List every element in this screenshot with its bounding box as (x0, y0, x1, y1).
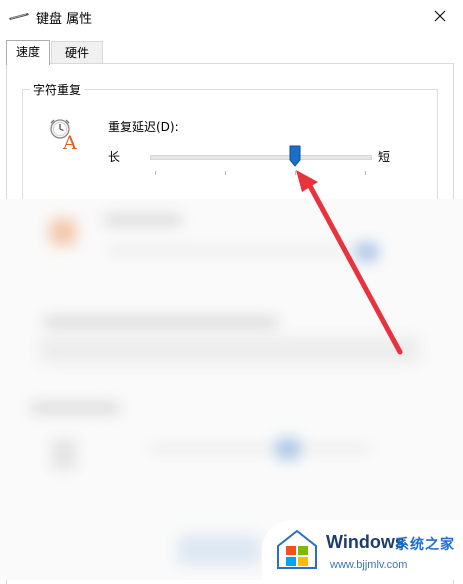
slider-tick (155, 171, 156, 175)
slider-max-label: 短 (378, 150, 391, 164)
watermark-brand: Windows (326, 532, 405, 552)
close-icon (434, 10, 446, 22)
tab-hardware[interactable]: 硬件 (51, 41, 103, 64)
windows-logo-icon (277, 529, 317, 569)
slider-min-label: 长 (108, 150, 121, 164)
title-bar: 键盘 属性 (0, 0, 463, 32)
slider-tick (295, 171, 296, 175)
slider-tick (365, 171, 366, 175)
repeat-delay-icon: A (50, 119, 77, 150)
watermark-url: www.bjjmlv.com (330, 559, 408, 571)
repeat-delay-slider-thumb[interactable] (289, 145, 301, 167)
svg-text:A: A (62, 132, 77, 150)
char-repeat-group (22, 89, 438, 200)
char-repeat-group-title: 字符重复 (30, 81, 85, 98)
repeat-delay-label: 重复延迟(D): (108, 120, 179, 134)
keyboard-icon (9, 13, 29, 20)
window-title: 键盘 属性 (36, 12, 93, 27)
close-button[interactable] (417, 0, 463, 32)
watermark-site-name: 系统之家 (395, 537, 455, 553)
slider-tick (225, 171, 226, 175)
tab-speed[interactable]: 速度 (6, 40, 50, 65)
repeat-delay-slider-track[interactable] (150, 155, 372, 160)
watermark-badge: Windows 系统之家 www.bjjmlv.com (262, 520, 463, 580)
